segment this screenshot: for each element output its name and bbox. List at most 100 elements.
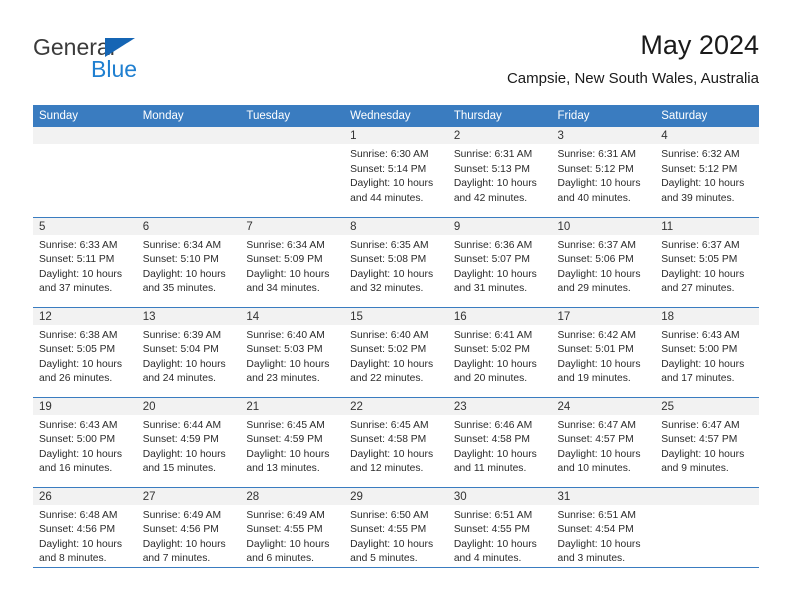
calendar-day-cell[interactable]: 30 Sunrise: 6:51 AM Sunset: 4:55 PM Dayligh…: [447, 486, 552, 577]
day-number: 7: [240, 217, 345, 235]
calendar-day-cell-empty: [33, 127, 137, 217]
daylight-text-line2: and 32 minutes.: [350, 283, 424, 295]
calendar-day-cell[interactable]: 28 Sunrise: 6:49 AM Sunset: 4:55 PM Dayligh…: [240, 486, 345, 577]
calendar-week-row: 5 Sunrise: 6:33 AM Sunset: 5:11 PM Daylight…: [33, 216, 759, 307]
calendar-day-cell[interactable]: 21 Sunrise: 6:45 AM Sunset: 4:59 PM Dayligh…: [240, 396, 345, 487]
daylight-text-line1: Daylight: 10 hours: [557, 178, 641, 190]
daylight-text-line1: Daylight: 10 hours: [557, 358, 641, 370]
calendar-day-cell[interactable]: 1 Sunrise: 6:30 AM Sunset: 5:14 PM Daylight…: [344, 127, 448, 217]
day-details: Sunrise: 6:51 AM Sunset: 4:55 PM Daylight:…: [448, 505, 552, 567]
day-number: 18: [655, 307, 759, 325]
calendar-day-cell[interactable]: 7 Sunrise: 6:34 AM Sunset: 5:09 PM Daylight…: [240, 216, 345, 307]
daylight-text-line2: and 20 minutes.: [453, 373, 528, 385]
calendar-bottom-rule: [33, 567, 759, 569]
sunrise-text: Sunrise: 6:44 AM: [142, 419, 222, 431]
calendar-day-cell[interactable]: 15 Sunrise: 6:40 AM Sunset: 5:02 PM Dayligh…: [344, 306, 448, 397]
calendar-day-cell[interactable]: 20 Sunrise: 6:44 AM Sunset: 4:59 PM Dayligh…: [136, 396, 241, 487]
day-details: Sunrise: 6:43 AM Sunset: 5:00 PM Daylight:…: [655, 325, 759, 387]
weekday-header-sunday: Sunday: [33, 105, 137, 127]
day-details: Sunrise: 6:33 AM Sunset: 5:11 PM Daylight:…: [33, 235, 137, 297]
sunset-text: Sunset: 5:12 PM: [557, 163, 634, 175]
calendar-day-cell[interactable]: 18 Sunrise: 6:43 AM Sunset: 5:00 PM Dayligh…: [655, 306, 759, 397]
sunrise-text: Sunrise: 6:39 AM: [142, 329, 222, 341]
day-details: Sunrise: 6:47 AM Sunset: 4:57 PM Daylight:…: [655, 415, 759, 477]
sunset-text: Sunset: 4:57 PM: [661, 434, 738, 446]
calendar-day-cell[interactable]: 13 Sunrise: 6:39 AM Sunset: 5:04 PM Dayligh…: [136, 306, 241, 397]
calendar-day-cell[interactable]: 4 Sunrise: 6:32 AM Sunset: 5:12 PM Daylight…: [655, 127, 759, 217]
day-number: 12: [33, 307, 137, 325]
sunrise-text: Sunrise: 6:51 AM: [557, 509, 636, 521]
calendar-day-cell[interactable]: 14 Sunrise: 6:40 AM Sunset: 5:03 PM Dayligh…: [240, 306, 345, 397]
day-details: Sunrise: 6:42 AM Sunset: 5:01 PM Daylight:…: [552, 325, 656, 387]
calendar-day-cell[interactable]: 3 Sunrise: 6:31 AM Sunset: 5:12 PM Daylight…: [551, 127, 656, 217]
calendar-day-cell[interactable]: 17 Sunrise: 6:42 AM Sunset: 5:01 PM Dayligh…: [551, 306, 656, 397]
calendar-day-cell[interactable]: 25 Sunrise: 6:47 AM Sunset: 4:57 PM Dayligh…: [655, 396, 759, 487]
calendar-day-cell[interactable]: 11 Sunrise: 6:37 AM Sunset: 5:05 PM Dayligh…: [655, 216, 759, 307]
sunrise-text: Sunrise: 6:41 AM: [453, 329, 533, 341]
calendar-day-cell[interactable]: 23 Sunrise: 6:46 AM Sunset: 4:58 PM Dayligh…: [447, 396, 552, 487]
sunset-text: Sunset: 5:03 PM: [246, 344, 323, 356]
daylight-text-line1: Daylight: 10 hours: [453, 538, 537, 550]
day-number: 16: [447, 307, 552, 325]
calendar-page: General Blue May 2024 Campsie, New South…: [0, 0, 792, 612]
day-number: 13: [136, 307, 241, 325]
daylight-text-line2: and 23 minutes.: [246, 373, 320, 385]
sunset-text: Sunset: 5:00 PM: [661, 344, 738, 356]
calendar-day-cell[interactable]: 31 Sunrise: 6:51 AM Sunset: 4:54 PM Dayligh…: [551, 486, 656, 577]
daylight-text-line1: Daylight: 10 hours: [661, 358, 745, 370]
daylight-text-line2: and 44 minutes.: [350, 192, 424, 204]
day-details: Sunrise: 6:46 AM Sunset: 4:58 PM Daylight:…: [448, 415, 552, 477]
sunrise-text: Sunrise: 6:34 AM: [142, 239, 222, 251]
day-number: 4: [655, 127, 759, 144]
daylight-text-line2: and 31 minutes.: [453, 283, 528, 295]
day-number: 29: [344, 487, 448, 505]
calendar-day-cell[interactable]: 22 Sunrise: 6:45 AM Sunset: 4:58 PM Dayligh…: [344, 396, 448, 487]
day-details: Sunrise: 6:43 AM Sunset: 5:00 PM Daylight:…: [33, 415, 137, 477]
calendar-week-row: 1 Sunrise: 6:30 AM Sunset: 5:14 PM Daylight…: [33, 127, 759, 217]
general-blue-logo: General Blue: [33, 34, 253, 94]
sunset-text: Sunset: 4:56 PM: [142, 524, 219, 536]
calendar-day-cell[interactable]: 24 Sunrise: 6:47 AM Sunset: 4:57 PM Dayligh…: [551, 396, 656, 487]
page-title: May 2024: [640, 30, 759, 60]
sunrise-text: Sunrise: 6:36 AM: [453, 239, 533, 251]
calendar-day-cell[interactable]: 26 Sunrise: 6:48 AM Sunset: 4:56 PM Dayligh…: [33, 486, 137, 577]
sunrise-text: Sunrise: 6:30 AM: [350, 149, 429, 160]
sunset-text: Sunset: 5:07 PM: [453, 254, 530, 266]
sunset-text: Sunset: 5:10 PM: [142, 254, 219, 266]
day-number: 15: [344, 307, 448, 325]
sunset-text: Sunset: 4:59 PM: [246, 434, 323, 446]
daylight-text-line1: Daylight: 10 hours: [661, 448, 745, 460]
calendar-day-cell[interactable]: 8 Sunrise: 6:35 AM Sunset: 5:08 PM Daylight…: [344, 216, 448, 307]
calendar-day-cell[interactable]: 12 Sunrise: 6:38 AM Sunset: 5:05 PM Dayligh…: [33, 306, 137, 397]
day-number: 14: [240, 307, 345, 325]
sunset-text: Sunset: 4:55 PM: [350, 524, 427, 536]
calendar-day-cell[interactable]: 6 Sunrise: 6:34 AM Sunset: 5:10 PM Daylight…: [136, 216, 241, 307]
sunrise-text: Sunrise: 6:37 AM: [661, 239, 740, 251]
calendar-day-cell[interactable]: 16 Sunrise: 6:41 AM Sunset: 5:02 PM Dayligh…: [447, 306, 552, 397]
calendar-day-cell[interactable]: 29 Sunrise: 6:50 AM Sunset: 4:55 PM Dayligh…: [344, 486, 448, 577]
calendar-day-cell[interactable]: 5 Sunrise: 6:33 AM Sunset: 5:11 PM Daylight…: [33, 216, 137, 307]
sunrise-text: Sunrise: 6:43 AM: [661, 329, 740, 341]
weekday-header-monday: Monday: [136, 105, 241, 127]
day-details: Sunrise: 6:41 AM Sunset: 5:02 PM Daylight:…: [448, 325, 552, 387]
day-details: Sunrise: 6:31 AM Sunset: 5:12 PM Daylight:…: [552, 144, 656, 206]
day-number: 20: [136, 397, 241, 415]
calendar-day-cell-empty: [136, 127, 241, 217]
calendar-day-cell[interactable]: 2 Sunrise: 6:31 AM Sunset: 5:13 PM Daylight…: [447, 127, 552, 217]
daylight-text-line1: Daylight: 10 hours: [453, 448, 537, 460]
day-details: Sunrise: 6:48 AM Sunset: 4:56 PM Daylight:…: [33, 505, 137, 567]
calendar-day-cell[interactable]: 9 Sunrise: 6:36 AM Sunset: 5:07 PM Daylight…: [447, 216, 552, 307]
sunrise-text: Sunrise: 6:38 AM: [39, 329, 118, 341]
daylight-text-line2: and 4 minutes.: [453, 553, 522, 565]
daylight-text-line1: Daylight: 10 hours: [350, 538, 434, 550]
day-number: 6: [136, 217, 241, 235]
calendar-day-cell[interactable]: 19 Sunrise: 6:43 AM Sunset: 5:00 PM Dayligh…: [33, 396, 137, 487]
day-details: Sunrise: 6:34 AM Sunset: 5:09 PM Daylight:…: [240, 235, 344, 297]
calendar-day-cell[interactable]: 27 Sunrise: 6:49 AM Sunset: 4:56 PM Dayligh…: [136, 486, 241, 577]
sunset-text: Sunset: 5:09 PM: [246, 254, 323, 266]
calendar-day-cell[interactable]: 10 Sunrise: 6:37 AM Sunset: 5:06 PM Dayligh…: [551, 216, 656, 307]
daylight-text-line1: Daylight: 10 hours: [661, 268, 745, 280]
calendar-week-row: 19 Sunrise: 6:43 AM Sunset: 5:00 PM Dayligh…: [33, 396, 759, 487]
sunrise-text: Sunrise: 6:45 AM: [246, 419, 325, 431]
calendar-day-cell-empty: [655, 486, 759, 577]
